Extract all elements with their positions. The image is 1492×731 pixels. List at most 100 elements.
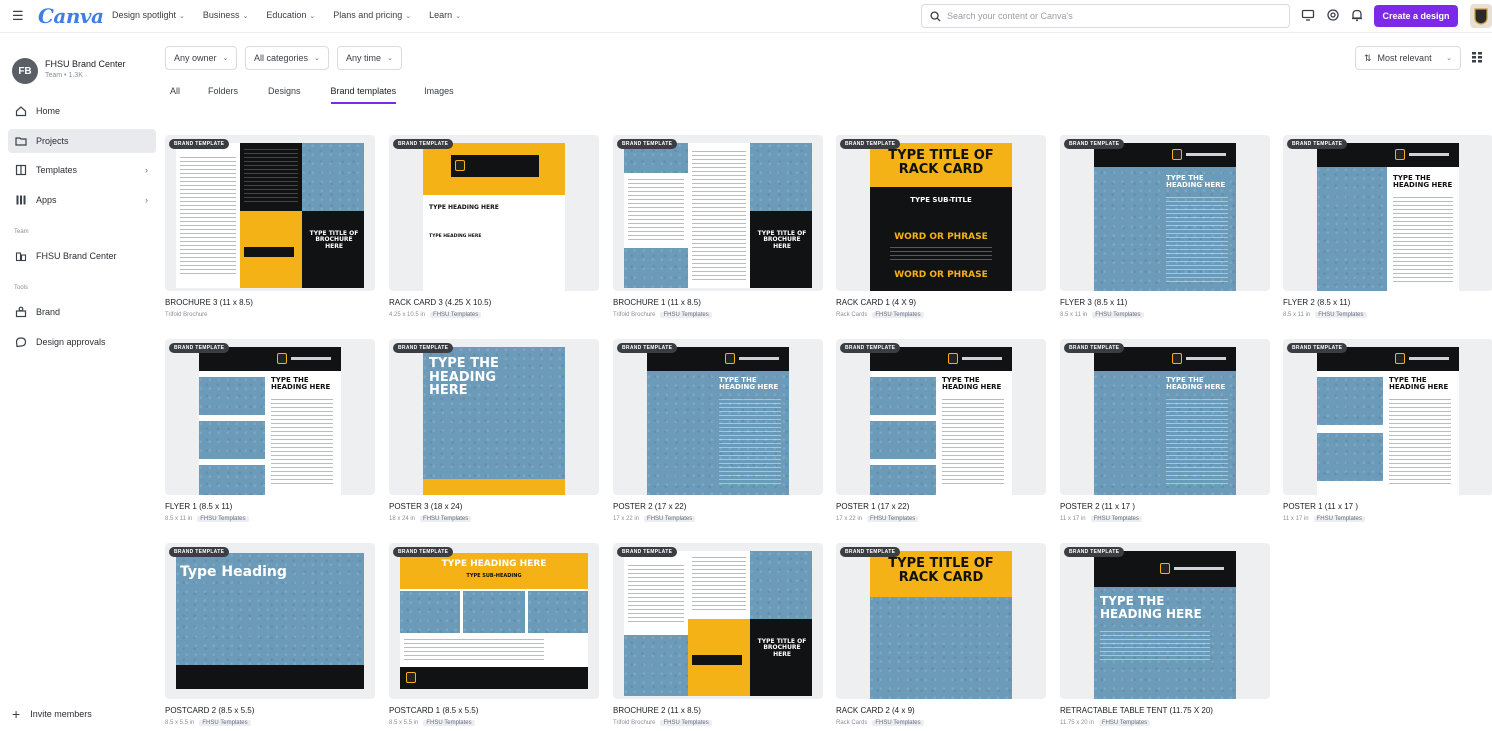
folder-chip[interactable]: FHSU Templates [430,312,482,318]
folder-chip[interactable]: FHSU Templates [872,720,924,726]
nav-label: Design spotlight [112,10,177,20]
poster-page: TYPE THE HEADING HERE [1317,347,1459,495]
sidebar-item-projects[interactable]: Projects [8,129,156,153]
template-thumbnail[interactable]: BRAND TEMPLATE TYPE TITLE OF BROCHURE HE… [613,543,823,699]
sidebar-item-templates[interactable]: Templates › [8,158,156,182]
template-thumbnail[interactable]: BRAND TEMPLATE TYPE THE HEADING HERE [613,339,823,495]
folder-chip[interactable]: FHSU Templates [420,516,472,522]
folder-chip[interactable]: FHSU Templates [872,312,924,318]
bell-icon[interactable] [1350,8,1364,22]
time-filter[interactable]: Any time ⌄ [337,46,402,70]
search-input[interactable]: Search your content or Canva's [921,4,1290,28]
card-title[interactable]: RACK CARD 3 (4.25 X 10.5) [389,298,491,307]
folder-chip[interactable]: FHSU Templates [660,720,712,726]
card-title[interactable]: POSTCARD 2 (8.5 x 5.5) [165,706,254,715]
sidebar-item-home[interactable]: Home [8,99,156,123]
card-title[interactable]: POSTCARD 1 (8.5 x 5.5) [389,706,478,715]
template-thumbnail[interactable]: BRAND TEMPLATE TYPE TITLE OF BROCHURE HE… [613,135,823,291]
template-thumbnail[interactable]: BRAND TEMPLATE TYPE THE HEADING HERE [1283,339,1492,495]
template-thumbnail[interactable]: BRAND TEMPLATE TYPE TITLE OF BROCHURE HE… [165,135,375,291]
nav-plans-pricing[interactable]: Plans and pricing ⌄ [333,10,411,20]
template-thumbnail[interactable]: BRAND TEMPLATE Type Heading [165,543,375,699]
card-title[interactable]: RETRACTABLE TABLE TENT (11.75 X 20) [1060,706,1213,715]
card-title[interactable]: POSTER 2 (11 x 17 ) [1060,502,1135,511]
template-thumbnail[interactable]: BRAND TEMPLATE TYPE THE HEADING HERE [165,339,375,495]
menu-icon[interactable]: ☰ [12,8,26,23]
card-title[interactable]: POSTER 1 (17 x 22) [836,502,909,511]
home-icon [14,104,28,118]
template-thumbnail[interactable]: BRAND TEMPLATE TYPE THE HEADING HERE [1060,135,1270,291]
folder-chip[interactable]: FHSU Templates [644,516,696,522]
sort-dropdown[interactable]: ⇅ Most relevant ⌄ [1355,46,1461,70]
filter-label: Any time [346,53,382,63]
content-tabs: All Folders Designs Brand templates Imag… [170,86,454,104]
sidebar-item-apps[interactable]: Apps › [8,188,156,212]
team-switcher[interactable]: FB [12,58,38,84]
canva-logo[interactable]: Canva [38,4,104,28]
template-thumbnail[interactable]: BRAND TEMPLATE TYPE THE HEADING HERE [1283,135,1492,291]
folder-chip[interactable]: FHSU Templates [1098,720,1151,726]
card-title[interactable]: POSTER 1 (11 x 17 ) [1283,502,1358,511]
card-meta: 11 x 17 in FHSU Templates [1060,516,1142,522]
card-title[interactable]: RACK CARD 2 (4 x 9) [836,706,915,715]
tab-all[interactable]: All [170,86,180,104]
card-title[interactable]: BROCHURE 1 (11 x 8.5) [613,298,701,307]
settings-icon[interactable] [1326,8,1340,22]
folder-chip[interactable]: FHSU Templates [1090,516,1142,522]
card-meta: 8.5 x 11 in FHSU Templates [165,516,249,522]
list-view-icon[interactable] [1470,50,1484,64]
categories-filter[interactable]: All categories ⌄ [245,46,329,70]
account-avatar[interactable] [1470,4,1492,28]
tools-heading: Tools [14,285,29,291]
heading-text: TYPE THE HEADING HERE [1166,174,1226,190]
folder-chip[interactable]: FHSU Templates [867,516,919,522]
template-thumbnail[interactable]: BRAND TEMPLATE TYPE THE HEADING HERE [836,339,1046,495]
sidebar-item-fhsu-brand-center[interactable]: FHSU Brand Center [8,244,156,268]
card-title[interactable]: BROCHURE 3 (11 x 8.5) [165,298,253,307]
brochure-panel: TYPE TITLE OF BROCHURE HERE [750,211,812,288]
top-nav: Design spotlight ⌄ Business ⌄ Education ⌄ P… [112,10,461,20]
team-name[interactable]: FHSU Brand Center [45,59,126,69]
nav-education[interactable]: Education ⌄ [266,10,315,20]
sidebar-item-design-approvals[interactable]: Design approvals [8,330,156,354]
tab-images[interactable]: Images [424,86,454,104]
flyer-page: TYPE THE HEADING HERE [1094,143,1236,291]
create-design-button[interactable]: Create a design [1374,5,1458,27]
filter-label: Any owner [174,53,217,63]
template-thumbnail[interactable]: BRAND TEMPLATE TYPE THE HEADING HERE [1060,543,1270,699]
phrase-text: WORD OR PHRASE [894,232,988,242]
folder-chip[interactable]: FHSU Templates [197,516,249,522]
sidebar-item-brand[interactable]: Brand [8,300,156,324]
invite-members-button[interactable]: + Invite members [12,706,92,722]
template-thumbnail[interactable]: BRAND TEMPLATE TYPE HEADING HERE TYPE SU… [389,543,599,699]
sort-label: Most relevant [1377,53,1432,63]
card-title[interactable]: FLYER 2 (8.5 x 11) [1283,298,1350,307]
desktop-icon[interactable] [1301,8,1315,22]
folder-chip[interactable]: FHSU Templates [1313,516,1365,522]
nav-learn[interactable]: Learn ⌄ [429,10,461,20]
tab-brand-templates[interactable]: Brand templates [330,86,397,104]
folder-chip[interactable]: FHSU Templates [423,720,475,726]
owner-filter[interactable]: Any owner ⌄ [165,46,238,70]
card-meta: Trifold Brochure FHSU Templates [613,720,712,726]
folder-chip[interactable]: FHSU Templates [1315,312,1367,318]
card-title[interactable]: POSTER 2 (17 x 22) [613,502,686,511]
folder-chip[interactable]: FHSU Templates [199,720,251,726]
folder-chip[interactable]: FHSU Templates [660,312,712,318]
card-title[interactable]: FLYER 3 (8.5 x 11) [1060,298,1127,307]
template-thumbnail[interactable]: BRAND TEMPLATE TYPE TITLE OF RACK CARD [836,543,1046,699]
tab-folders[interactable]: Folders [208,86,238,104]
template-thumbnail[interactable]: BRAND TEMPLATE TYPE THE HEADING HERE [389,339,599,495]
template-thumbnail[interactable]: BRAND TEMPLATE TYPE THE HEADING HERE [1060,339,1270,495]
folder-chip[interactable]: FHSU Templates [1092,312,1144,318]
card-title[interactable]: RACK CARD 1 (4 X 9) [836,298,916,307]
brochure-panel [624,173,688,248]
nav-business[interactable]: Business ⌄ [203,10,248,20]
card-title[interactable]: FLYER 1 (8.5 x 11) [165,502,232,511]
template-thumbnail[interactable]: BRAND TEMPLATE TYPE TITLE OF RACK CARD T… [836,135,1046,291]
tab-designs[interactable]: Designs [268,86,301,104]
card-title[interactable]: POSTER 3 (18 x 24) [389,502,462,511]
card-title[interactable]: BROCHURE 2 (11 x 8.5) [613,706,701,715]
nav-design-spotlight[interactable]: Design spotlight ⌄ [112,10,185,20]
template-thumbnail[interactable]: BRAND TEMPLATE TYPE HEADING HERE TYPE HE… [389,135,599,291]
